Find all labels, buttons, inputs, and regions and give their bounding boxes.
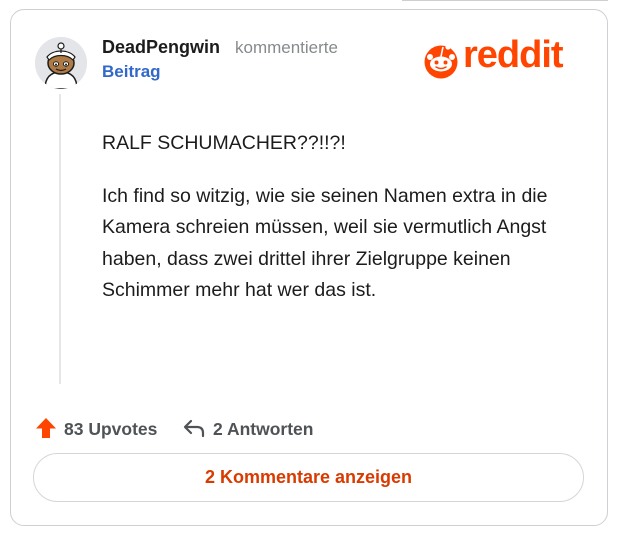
comment-paragraph: Ich find so witzig, wie sie seinen Namen… (102, 184, 548, 302)
comment-action: kommentierte (235, 38, 338, 57)
comment-paragraph: RALF SCHUMACHER??!!?! (102, 132, 346, 154)
username[interactable]: DeadPengwin (102, 37, 220, 58)
show-comments-button[interactable]: 2 Kommentare anzeigen (33, 453, 584, 502)
user-avatar[interactable] (35, 37, 87, 89)
upvote-count[interactable]: 83 Upvotes (64, 419, 157, 440)
reddit-wordmark: reddit (463, 34, 564, 76)
comment-stats: 83 Upvotes 2 Antworten (35, 414, 535, 444)
post-link[interactable]: Beitrag (102, 62, 161, 82)
comment-card: DeadPengwin kommentierte Beitrag reddit … (10, 9, 608, 526)
reddit-logo: reddit (421, 34, 597, 82)
thread-line (59, 94, 61, 384)
top-edge-line (402, 0, 608, 3)
reddit-snoo-icon (424, 44, 458, 79)
comment-body: RALF SCHUMACHER??!!?! Ich find so witzig… (102, 128, 582, 328)
snoo-avatar-icon (35, 37, 87, 89)
reply-arrow-icon[interactable] (182, 418, 206, 438)
reply-count[interactable]: 2 Antworten (213, 419, 313, 440)
upvote-arrow-icon[interactable] (35, 417, 57, 439)
